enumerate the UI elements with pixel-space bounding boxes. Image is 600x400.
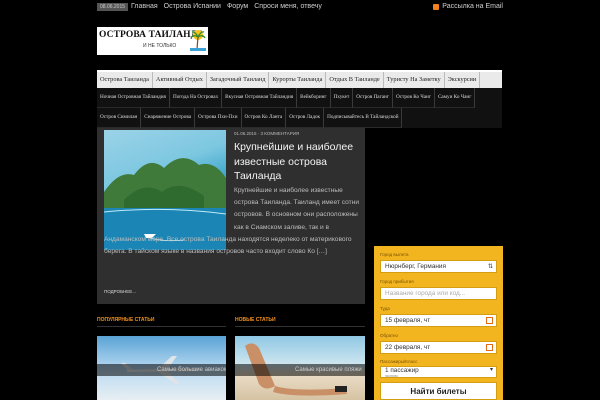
to-field[interactable]: Название города или код...: [380, 287, 497, 300]
from-value: Нюрнберг, Германия: [385, 263, 446, 270]
main-nav-item[interactable]: Острова Таиланда: [97, 72, 153, 88]
top-bar: 08.06.2015 Главная Острова Испании Форум…: [0, 0, 600, 13]
sub-nav: Ночная Островная Тайландия Погода На Ост…: [97, 88, 502, 128]
passengers-label: Пассажиры/Класс: [380, 359, 418, 364]
sub-nav-item[interactable]: Ночная Островная Тайландия: [97, 88, 170, 108]
to-label: Город прибытия: [380, 279, 414, 284]
sub-nav-item[interactable]: Остров Симилан: [97, 108, 142, 128]
sub-nav-item[interactable]: Острова Пхи-Пхи: [195, 108, 242, 128]
sub-nav-item[interactable]: Остров Паганг: [353, 88, 393, 108]
from-label: Город вылета: [380, 252, 409, 257]
site-logo[interactable]: ОСТРОВА ТАИЛАНДА И НЕ ТОЛЬКО: [97, 27, 208, 55]
divider: [235, 326, 365, 327]
depart-date-field[interactable]: 15 февраля, чт: [380, 314, 497, 327]
top-nav-home[interactable]: Главная: [131, 2, 158, 12]
subscribe-label: Рассылка на Email: [442, 3, 503, 10]
calendar-icon: [486, 344, 493, 351]
date-badge: 08.06.2015: [97, 3, 129, 11]
main-nav-item[interactable]: Загадочный Таиланд: [207, 72, 270, 88]
sub-nav-item[interactable]: Погода На Островах: [169, 88, 223, 108]
new-article-caption: Самые красивые пляжи: [235, 364, 365, 376]
divider: [97, 326, 226, 327]
palm-tree-icon: [190, 30, 206, 51]
passengers-select[interactable]: 1 пассажир ▾ эконом: [380, 366, 497, 378]
return-date-value: 22 февраля, чт: [385, 344, 431, 351]
main-nav-item[interactable]: Активный Отдых: [153, 72, 207, 88]
sub-nav-item[interactable]: Вкусная Островная Тайландия: [222, 88, 298, 108]
sub-nav-item[interactable]: Остров Ладок: [286, 108, 325, 128]
popular-article-card[interactable]: Самые большие авиакомпании мира: [97, 336, 226, 400]
sub-nav-item[interactable]: Пхукет: [330, 88, 354, 108]
calendar-icon: [486, 317, 493, 324]
sub-nav-item[interactable]: Остров Ко Ланта: [241, 108, 287, 128]
depart-label: Туда: [380, 306, 390, 311]
popular-articles-heading: ПОПУЛЯРНЫЕ СТАТЬИ: [97, 317, 155, 323]
top-nav: Главная Острова Испании Форум Спроси мен…: [131, 2, 322, 12]
main-nav: Острова Таиланда Активный Отдых Загадочн…: [97, 70, 502, 88]
main-nav-item[interactable]: Экскурсии: [445, 72, 481, 88]
email-subscribe-link[interactable]: Рассылка на Email: [433, 2, 503, 12]
search-tickets-button[interactable]: Найти билеты: [380, 382, 497, 400]
class-value: эконом: [385, 374, 398, 378]
sub-nav-item[interactable]: Снаряжение Острова: [141, 108, 196, 128]
sub-nav-item[interactable]: Самуи Ко Чанг: [434, 88, 476, 108]
sub-nav-item[interactable]: Вейкборинг: [297, 88, 331, 108]
rss-icon: [433, 4, 440, 10]
sub-nav-item[interactable]: Подписывайтесь В Тайландской: [324, 108, 403, 128]
new-articles-heading: НОВЫЕ СТАТЬИ: [235, 317, 276, 323]
post-meta: 01.06.2015 · 3 КОММЕНТАРИЯ: [234, 131, 300, 136]
featured-post: 01.06.2015 · 3 КОММЕНТАРИЯ Крупнейшие и …: [97, 128, 365, 304]
logo-subtitle: И НЕ ТОЛЬКО: [143, 43, 177, 49]
new-article-card[interactable]: Самые красивые пляжи: [235, 336, 365, 400]
return-date-field[interactable]: 22 февраля, чт: [380, 341, 497, 354]
logo-title: ОСТРОВА ТАИЛАНДА: [99, 30, 205, 40]
main-nav-item[interactable]: Курорты Таиланда: [269, 72, 327, 88]
main-nav-item[interactable]: Туристу На Заметку: [384, 72, 445, 88]
post-title[interactable]: Крупнейшие и наиболее известные острова …: [234, 140, 360, 184]
swap-icon[interactable]: ⇅: [488, 262, 493, 273]
chevron-down-icon: ▾: [489, 367, 493, 373]
return-label: Обратно: [380, 333, 399, 338]
sub-nav-item[interactable]: Остров Ко Чанг: [392, 88, 435, 108]
read-more-link[interactable]: ПОДРОБНЕЕ...: [104, 289, 136, 294]
to-placeholder: Название города или код...: [385, 290, 466, 297]
top-nav-spain-islands[interactable]: Острова Испании: [164, 2, 221, 12]
top-nav-ask[interactable]: Спроси меня, отвечу: [254, 2, 322, 12]
popular-article-caption: Самые большие авиакомпании мира: [97, 364, 226, 376]
from-field[interactable]: Нюрнберг, Германия ⇅: [380, 260, 497, 273]
main-nav-item[interactable]: Отдых В Таиланде: [326, 72, 384, 88]
post-excerpt: Крупнейшие и наиболее известные острова …: [104, 185, 362, 258]
flight-search-widget: Город вылета Нюрнберг, Германия ⇅ Город …: [374, 246, 503, 400]
top-nav-forum[interactable]: Форум: [227, 2, 248, 12]
depart-date-value: 15 февраля, чт: [385, 317, 431, 324]
